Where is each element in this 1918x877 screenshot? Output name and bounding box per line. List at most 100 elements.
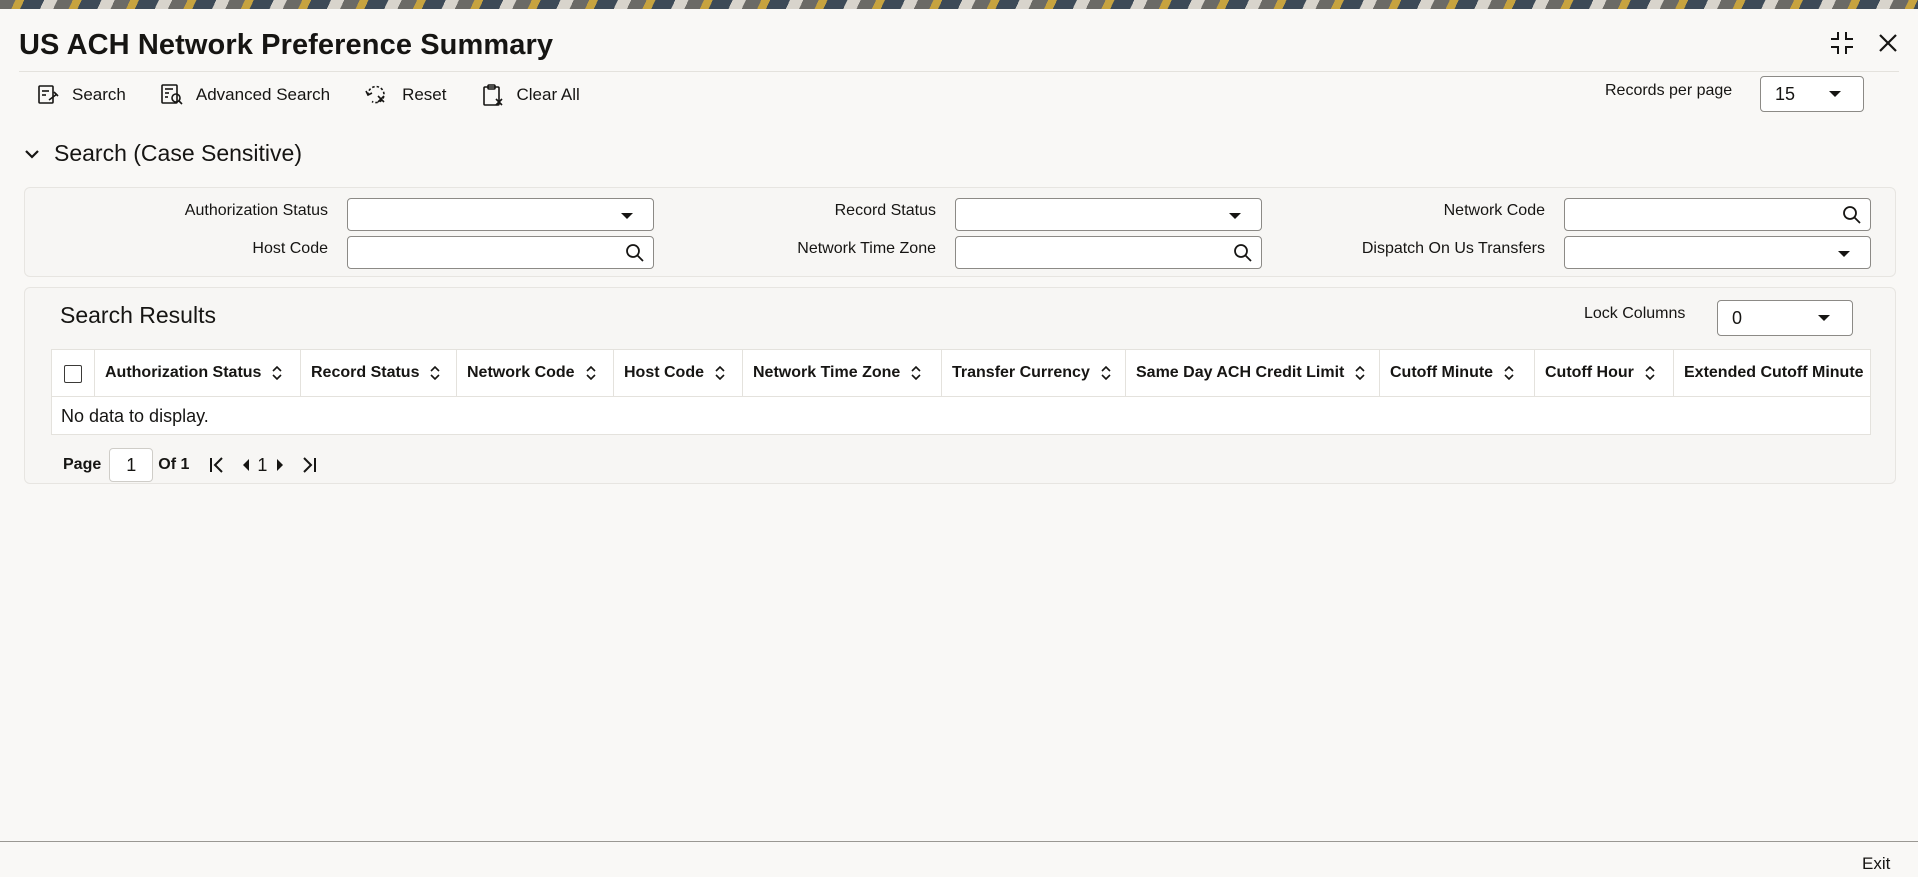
search-icon[interactable] (625, 243, 645, 263)
network-time-zone-input[interactable] (955, 236, 1262, 269)
sort-icon (1504, 366, 1514, 380)
sort-icon (586, 366, 596, 380)
lock-columns-select[interactable]: 0 (1717, 300, 1853, 336)
dispatch-on-us-transfers-label: Dispatch On Us Transfers (1361, 240, 1545, 257)
search-section-toggle[interactable]: Search (Case Sensitive) (24, 140, 302, 167)
column-record-status[interactable]: Record Status (301, 350, 457, 396)
previous-page-button[interactable] (241, 458, 251, 472)
footer-divider (0, 841, 1918, 842)
search-criteria-panel: Authorization Status Record Status Netwo… (24, 187, 1896, 277)
search-section-title: Search (Case Sensitive) (54, 140, 302, 166)
network-time-zone-label: Network Time Zone (797, 240, 936, 257)
records-per-page-label: Records per page (1605, 82, 1733, 99)
host-code-label: Host Code (252, 240, 328, 257)
column-cutoff-hour[interactable]: Cutoff Hour (1535, 350, 1674, 396)
empty-table-message: No data to display. (61, 406, 209, 426)
first-page-icon (210, 457, 224, 473)
column-host-code[interactable]: Host Code (614, 350, 743, 396)
sort-icon (430, 366, 441, 380)
sort-icon (1645, 366, 1655, 380)
chevron-down-icon (1838, 251, 1850, 257)
window-controls (1828, 29, 1902, 57)
advanced-search-button-label: Advanced Search (195, 85, 331, 104)
search-button[interactable]: Search (36, 83, 126, 107)
sort-icon (911, 366, 921, 380)
next-page-icon (277, 459, 284, 471)
title-divider (19, 71, 1899, 72)
exit-button[interactable]: Exit (1862, 854, 1890, 874)
advanced-search-button[interactable]: Advanced Search (160, 83, 330, 107)
column-authorization-status[interactable]: Authorization Status (95, 350, 301, 396)
records-per-page-select[interactable]: 15 (1760, 76, 1864, 112)
select-all-checkbox[interactable] (64, 365, 82, 383)
last-page-icon (303, 457, 317, 473)
column-label: Record Status (311, 364, 420, 381)
column-cutoff-minute[interactable]: Cutoff Minute (1380, 350, 1535, 396)
page-number-value: 1 (126, 454, 137, 475)
column-network-time-zone[interactable]: Network Time Zone (743, 350, 942, 396)
column-network-code[interactable]: Network Code (457, 350, 614, 396)
results-table: Authorization Status Record Status Netwo… (51, 349, 1871, 435)
sort-icon (1101, 366, 1111, 380)
network-code-input[interactable] (1564, 198, 1871, 231)
sort-icon (1355, 366, 1365, 380)
authorization-status-label: Authorization Status (184, 202, 328, 219)
close-button[interactable] (1874, 29, 1902, 57)
authorization-status-select[interactable] (347, 198, 654, 231)
reset-icon (365, 85, 385, 104)
background-strip (0, 0, 1918, 9)
column-label: Extended Cutoff Minute (1684, 364, 1864, 381)
current-page-link[interactable]: 1 (257, 455, 267, 476)
advanced-search-icon (161, 84, 183, 105)
column-transfer-currency[interactable]: Transfer Currency (942, 350, 1126, 396)
column-label: Same Day ACH Credit Limit (1136, 364, 1345, 381)
column-label: Host Code (624, 364, 704, 381)
records-per-page-value: 15 (1775, 83, 1796, 104)
close-icon (1879, 34, 1897, 52)
column-extended-cutoff-minute[interactable]: Extended Cutoff Minute (1674, 350, 1870, 396)
column-same-day-ach-credit-limit[interactable]: Same Day ACH Credit Limit (1126, 350, 1380, 396)
page-label: Page (63, 456, 102, 473)
search-results-title: Search Results (60, 302, 216, 328)
column-label: Authorization Status (105, 364, 262, 381)
reset-button[interactable]: Reset (364, 83, 447, 107)
maximize-icon (1831, 32, 1853, 54)
sort-icon (272, 366, 283, 380)
network-code-label: Network Code (1443, 202, 1545, 219)
search-results-panel: Search Results Lock Columns 0 Authorizat… (24, 287, 1896, 484)
pagination: Page 1 Of 1 1 (63, 448, 317, 482)
next-page-button[interactable] (275, 458, 285, 472)
clipboard-clear-icon (482, 84, 503, 106)
summary-window: US ACH Network Preference Summary Search… (0, 9, 1918, 877)
column-label: Transfer Currency (952, 364, 1090, 381)
column-label: Cutoff Hour (1545, 364, 1634, 381)
search-doc-icon (38, 85, 59, 104)
clear-all-button-label: Clear All (516, 85, 580, 104)
table-header: Authorization Status Record Status Netwo… (52, 350, 1870, 397)
search-icon[interactable] (1842, 205, 1862, 225)
host-code-input[interactable] (347, 236, 654, 269)
record-status-label: Record Status (834, 202, 936, 219)
record-status-select[interactable] (955, 198, 1262, 231)
last-page-button[interactable] (301, 456, 317, 474)
page-count-label: Of 1 (158, 456, 190, 473)
maximize-button[interactable] (1828, 29, 1856, 57)
lock-columns-value: 0 (1732, 307, 1743, 328)
chevron-down-icon (1829, 91, 1841, 97)
select-all-column (52, 350, 95, 396)
chevron-down-icon (621, 213, 633, 219)
dispatch-on-us-transfers-select[interactable] (1564, 236, 1871, 269)
lock-columns-label: Lock Columns (1584, 305, 1686, 322)
toolbar: Search Advanced Search Reset Clear All (36, 83, 580, 107)
chevron-down-icon (25, 149, 39, 159)
sort-icon (715, 366, 725, 380)
page-title: US ACH Network Preference Summary (19, 29, 554, 61)
search-button-label: Search (72, 85, 126, 104)
column-label: Network Time Zone (753, 364, 901, 381)
chevron-down-icon (1229, 213, 1241, 219)
search-icon[interactable] (1233, 243, 1253, 263)
first-page-button[interactable] (209, 456, 225, 474)
page-number-input[interactable]: 1 (109, 448, 154, 482)
clear-all-button[interactable]: Clear All (481, 83, 580, 107)
previous-page-icon (243, 459, 250, 471)
